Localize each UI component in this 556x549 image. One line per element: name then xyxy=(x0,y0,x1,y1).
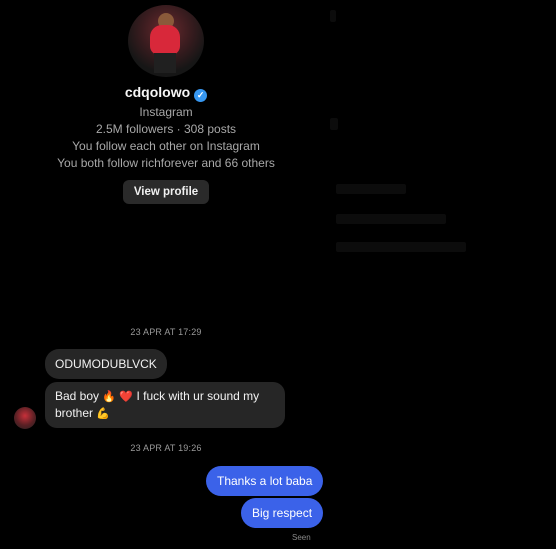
seen-receipt: Seen xyxy=(292,533,311,542)
outgoing-message-1-text: Thanks a lot baba xyxy=(217,474,313,488)
incoming-message-2[interactable]: Bad boy 🔥 ❤️ I fuck with ur sound my bro… xyxy=(45,382,285,428)
avatar-legs-shape xyxy=(154,53,176,73)
profile-avatar[interactable] xyxy=(128,5,204,77)
heart-emoji-icon: ❤️ xyxy=(119,391,134,403)
ghost-1 xyxy=(330,10,336,22)
incoming-message-1[interactable]: ODUMODUBLVCK xyxy=(45,349,167,379)
profile-platform: Instagram xyxy=(139,105,193,119)
profile-follow-status: You follow each other on Instagram xyxy=(72,139,260,153)
outgoing-message-2[interactable]: Big respect xyxy=(241,498,324,528)
timestamp-1: 23 APR AT 17:29 xyxy=(130,327,202,337)
verified-badge-icon: ✓ xyxy=(194,89,208,102)
profile-username[interactable]: cdqolowo xyxy=(125,84,190,100)
incoming-message-1-text: ODUMODUBLVCK xyxy=(55,357,157,371)
avatar-body-shape xyxy=(150,25,180,55)
timestamp-2: 23 APR AT 19:26 xyxy=(130,443,202,453)
view-profile-button[interactable]: View profile xyxy=(123,180,209,204)
profile-stats: 2.5M followers · 308 posts xyxy=(95,122,237,136)
ghost-5 xyxy=(336,242,466,252)
flexed-biceps-emoji-icon: 💪 xyxy=(96,408,111,420)
fire-emoji-icon: 🔥 xyxy=(102,391,117,403)
message-2-text-a: Bad boy xyxy=(55,389,103,403)
outgoing-message-1[interactable]: Thanks a lot baba xyxy=(206,466,324,496)
sender-avatar[interactable] xyxy=(14,407,36,429)
profile-mutuals: You both follow richforever and 66 other… xyxy=(57,156,275,170)
ghost-4 xyxy=(336,214,446,224)
outgoing-message-2-text: Big respect xyxy=(252,506,313,520)
ghost-3 xyxy=(336,184,406,194)
profile-username-row: cdqolowo ✓ xyxy=(0,84,332,102)
